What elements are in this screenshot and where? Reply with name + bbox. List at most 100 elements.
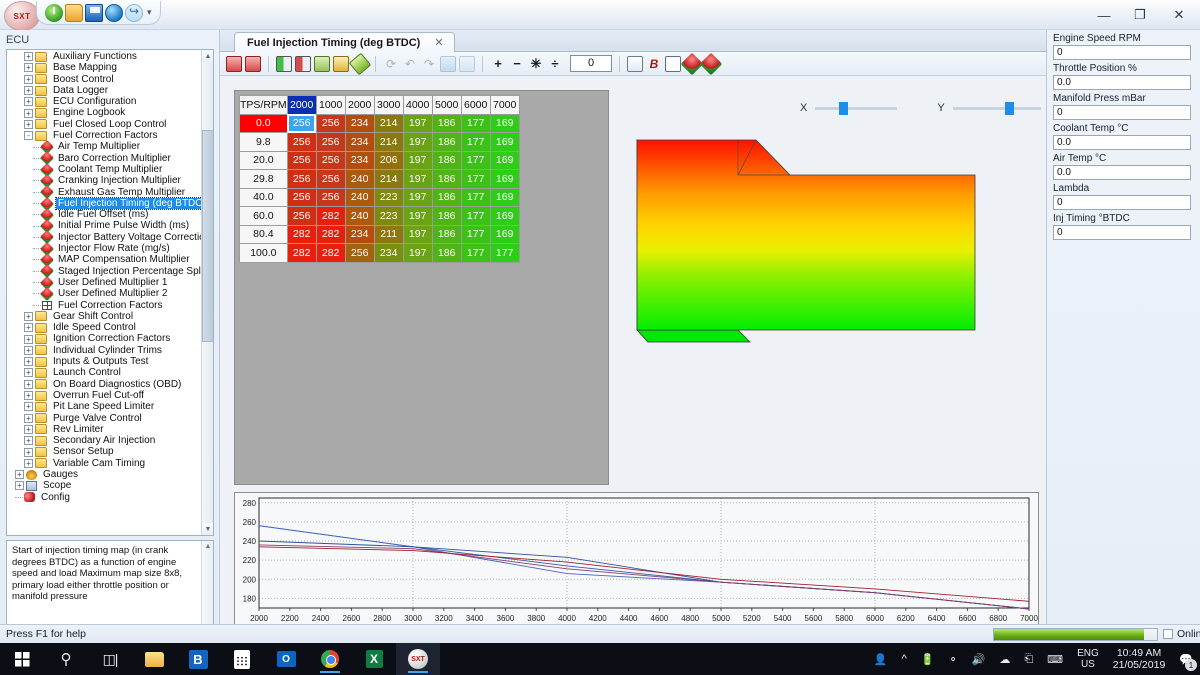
column-header[interactable]: 1000	[316, 96, 345, 115]
map-cell[interactable]: 197	[403, 225, 432, 244]
delete-row-icon[interactable]	[245, 56, 261, 72]
smooth-icon[interactable]	[333, 56, 349, 72]
online-checkbox[interactable]	[1163, 629, 1173, 639]
map-cell[interactable]: 234	[345, 114, 374, 133]
tree-item-data-logger[interactable]: +Data Logger	[7, 85, 203, 96]
column-header[interactable]: 5000	[432, 96, 461, 115]
map-cell[interactable]: 234	[345, 133, 374, 152]
map-cell[interactable]: 206	[374, 151, 403, 170]
bold-italic-icon[interactable]: B	[646, 56, 662, 72]
map-cell[interactable]: 177	[461, 225, 490, 244]
tree-item-idle-speed-control[interactable]: +Idle Speed Control	[7, 322, 203, 333]
tree-expander[interactable]: +	[24, 425, 33, 434]
gem-green-icon[interactable]	[700, 52, 723, 75]
map-cell[interactable]: 240	[345, 170, 374, 189]
chrome-button[interactable]	[308, 643, 352, 675]
slider-y-thumb[interactable]	[1005, 102, 1014, 115]
field-input-coolant-temp-c[interactable]: 0.0	[1053, 135, 1191, 150]
slider-x-thumb[interactable]	[839, 102, 848, 115]
map-cell[interactable]: 256	[316, 188, 345, 207]
row-header[interactable]: 80.4	[240, 225, 288, 244]
slider-x[interactable]	[815, 107, 897, 110]
undo-icon[interactable]: ↶	[402, 56, 418, 72]
column-header[interactable]: 2000	[345, 96, 374, 115]
tree-expander[interactable]: +	[24, 312, 33, 321]
blank-square-icon[interactable]	[665, 56, 681, 72]
map-cell[interactable]: 177	[461, 114, 490, 133]
map-cell[interactable]: 177	[461, 188, 490, 207]
column-header[interactable]: 2000	[287, 96, 316, 115]
row-header[interactable]: 29.8	[240, 170, 288, 189]
onedrive-icon[interactable]: ☁	[992, 643, 1017, 675]
tree-expander[interactable]: +	[24, 52, 33, 61]
open-folder-icon[interactable]	[65, 4, 83, 22]
row-header[interactable]: 20.0	[240, 151, 288, 170]
map-cell[interactable]: 177	[461, 151, 490, 170]
map-cell[interactable]: 240	[345, 188, 374, 207]
paste-icon[interactable]	[459, 56, 475, 72]
outlook-button[interactable]: O	[264, 643, 308, 675]
tree-item-pit-lane-speed-limiter[interactable]: +Pit Lane Speed Limiter	[7, 401, 203, 412]
tree-item-fuel-correction-factors[interactable]: -Fuel Correction Factors	[7, 130, 203, 141]
map-cell[interactable]: 282	[316, 225, 345, 244]
insert-row-icon[interactable]	[226, 56, 242, 72]
divide-button[interactable]: ÷	[547, 56, 563, 72]
field-input-manifold-press-mbar[interactable]: 0	[1053, 105, 1191, 120]
map-cell[interactable]: 211	[374, 225, 403, 244]
map-cell[interactable]: 282	[316, 207, 345, 226]
row-header[interactable]: 9.8	[240, 133, 288, 152]
map-cell[interactable]: 197	[403, 133, 432, 152]
map-cell[interactable]: 256	[316, 170, 345, 189]
interpolate-icon[interactable]	[314, 56, 330, 72]
tree-expander[interactable]: +	[24, 448, 33, 457]
chevron-up-icon[interactable]: ^	[895, 643, 914, 675]
tree-item-user-defined-multiplier-1[interactable]: User Defined Multiplier 1	[7, 277, 203, 288]
tree-item-ecu-configuration[interactable]: +ECU Configuration	[7, 96, 203, 107]
tree-expander[interactable]: +	[15, 470, 24, 479]
minimize-button[interactable]: —	[1086, 0, 1122, 30]
map-cell[interactable]: 282	[287, 225, 316, 244]
map-cell[interactable]: 282	[287, 244, 316, 263]
tree-item-cranking-injection-multiplier[interactable]: Cranking Injection Multiplier	[7, 175, 203, 186]
app-orb-button[interactable]: SXT	[4, 1, 40, 31]
add-button[interactable]: +	[490, 56, 506, 72]
tree-item-coolant-temp-multiplier[interactable]: Coolant Temp Multiplier	[7, 164, 203, 175]
tree-item-fuel-injection-timing-deg-btdc[interactable]: Fuel Injection Timing (deg BTDC)	[7, 198, 203, 209]
wifi-icon[interactable]: ⚬	[941, 643, 964, 675]
field-input-throttle-position[interactable]: 0.0	[1053, 75, 1191, 90]
scroll-up-icon[interactable]: ▲	[202, 541, 214, 553]
map-cell[interactable]: 256	[287, 188, 316, 207]
map-cell[interactable]: 282	[316, 244, 345, 263]
close-icon[interactable]: ✕	[434, 36, 443, 49]
map-cell[interactable]: 177	[461, 170, 490, 189]
redirect-icon[interactable]	[125, 4, 143, 22]
battery-icon[interactable]: 🔋	[914, 643, 942, 675]
tree-expander[interactable]: +	[24, 335, 33, 344]
tree-expander[interactable]: +	[24, 402, 33, 411]
map-cell[interactable]: 214	[374, 133, 403, 152]
field-input-air-temp-c[interactable]: 0.0	[1053, 165, 1191, 180]
scroll-up-icon[interactable]: ▲	[202, 50, 214, 62]
tree-item-initial-prime-pulse-width-ms[interactable]: Initial Prime Pulse Width (ms)	[7, 220, 203, 231]
tree-item-purge-valve-control[interactable]: +Purge Valve Control	[7, 413, 203, 424]
ecu-tree[interactable]: +Auxiliary Functions+Base Mapping+Boost …	[6, 49, 214, 536]
map-cell[interactable]: 197	[403, 151, 432, 170]
map-cell[interactable]: 256	[316, 133, 345, 152]
tree-expander[interactable]: +	[24, 357, 33, 366]
tree-item-secondary-air-injection[interactable]: +Secondary Air Injection	[7, 435, 203, 446]
tree-item-staged-injection-percentage-split[interactable]: Staged Injection Percentage Split	[7, 266, 203, 277]
map-cell[interactable]: 197	[403, 188, 432, 207]
tree-item-sensor-setup[interactable]: +Sensor Setup	[7, 446, 203, 457]
tree-item-air-temp-multiplier[interactable]: Air Temp Multiplier	[7, 141, 203, 152]
map-cell[interactable]: 186	[432, 114, 461, 133]
field-input-inj-timing-btdc[interactable]: 0	[1053, 225, 1191, 240]
map-cell[interactable]: 197	[403, 244, 432, 263]
tree-item-ignition-correction-factors[interactable]: +Ignition Correction Factors	[7, 333, 203, 344]
column-header[interactable]: 7000	[490, 96, 519, 115]
scroll-thumb[interactable]	[202, 130, 214, 342]
tree-item-base-mapping[interactable]: +Base Mapping	[7, 62, 203, 73]
map-cell[interactable]: 186	[432, 207, 461, 226]
keyboard-icon[interactable]: ⌨	[1040, 643, 1070, 675]
column-header[interactable]: 3000	[374, 96, 403, 115]
map-cell[interactable]: 223	[374, 188, 403, 207]
